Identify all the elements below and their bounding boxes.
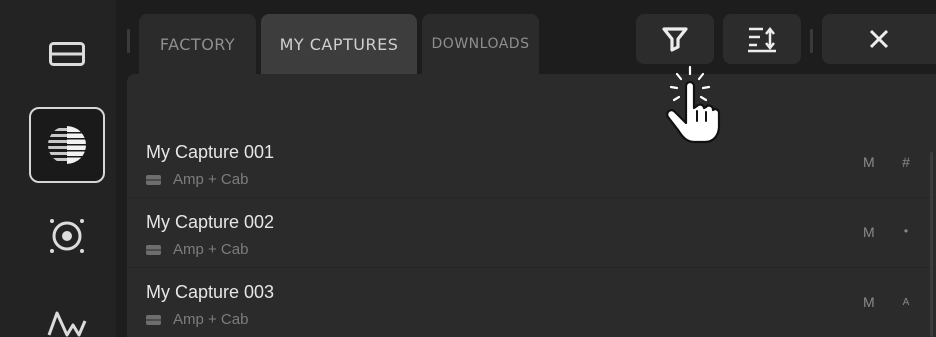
extra-indicator: # xyxy=(902,154,910,170)
scrollbar[interactable] xyxy=(930,152,933,337)
sidebar-item-amp-cab[interactable] xyxy=(29,16,105,92)
waveform-icon xyxy=(47,311,87,337)
sort-icon xyxy=(748,26,776,53)
filter-icon xyxy=(662,27,688,52)
sidebar-item-captures[interactable] xyxy=(29,107,105,183)
tab-label: DOWNLOADS xyxy=(431,36,530,52)
filter-button[interactable] xyxy=(636,14,714,64)
amp-cab-icon xyxy=(146,244,161,255)
capture-type-label: Amp + Cab xyxy=(173,241,249,258)
close-button[interactable] xyxy=(822,14,936,64)
tab-label: MY CAPTURES xyxy=(279,34,399,54)
sidebar-item-target[interactable] xyxy=(29,198,105,274)
list-item[interactable]: My Capture 001 Amp + Cab M # xyxy=(127,128,936,198)
amp-cab-icon xyxy=(146,314,161,325)
mode-indicator: M xyxy=(863,154,875,170)
capture-title: My Capture 003 xyxy=(146,282,275,302)
capture-type-label: Amp + Cab xyxy=(173,171,249,188)
capture-title: My Capture 002 xyxy=(146,212,275,232)
capture-striped-globe-icon xyxy=(48,126,86,164)
extra-indicator: A xyxy=(902,297,910,308)
close-icon xyxy=(869,29,889,49)
sidebar-item-waveform[interactable] xyxy=(29,289,105,337)
list-item[interactable]: My Capture 002 Amp + Cab M • xyxy=(127,198,936,268)
target-icon xyxy=(50,219,84,253)
tab-label: FACTORY xyxy=(159,34,236,54)
capture-type: Amp + Cab xyxy=(146,241,248,258)
extra-indicator: • xyxy=(903,224,909,238)
amp-cab-icon xyxy=(146,174,161,185)
divider xyxy=(810,29,813,53)
divider xyxy=(127,29,130,53)
capture-type: Amp + Cab xyxy=(146,171,248,188)
mode-indicator: M xyxy=(863,294,875,310)
tab-downloads[interactable]: DOWNLOADS xyxy=(422,14,539,74)
sort-button[interactable] xyxy=(723,14,801,64)
capture-type: Amp + Cab xyxy=(146,311,248,328)
capture-type-label: Amp + Cab xyxy=(173,311,249,328)
tab-factory[interactable]: FACTORY xyxy=(139,14,256,74)
sidebar xyxy=(0,0,116,337)
captures-list: My Capture 001 Amp + Cab M # My Capture … xyxy=(127,74,936,337)
mode-indicator: M xyxy=(863,224,875,240)
capture-title: My Capture 001 xyxy=(146,142,275,162)
tap-hand-icon xyxy=(666,65,721,144)
list-item[interactable]: My Capture 003 Amp + Cab M A xyxy=(127,268,936,337)
amp-cab-icon xyxy=(49,42,85,66)
tab-my-captures[interactable]: MY CAPTURES xyxy=(261,14,417,74)
